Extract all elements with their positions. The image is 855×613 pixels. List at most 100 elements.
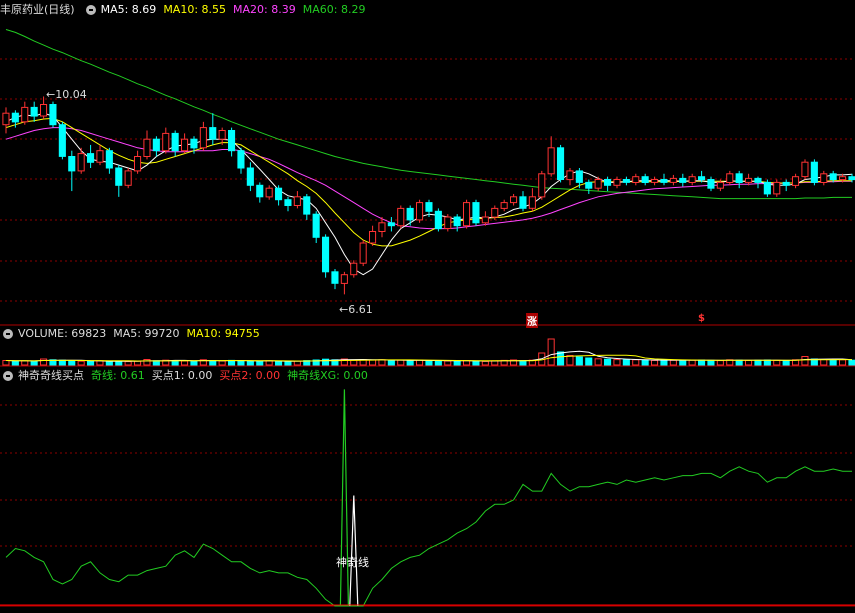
indicator-lines	[0, 389, 855, 607]
candle-body	[350, 262, 358, 276]
volume-bar	[453, 360, 461, 366]
candle-body	[49, 104, 57, 126]
volume-bar	[265, 360, 273, 366]
volume-bar	[134, 360, 142, 366]
candle-body	[143, 138, 151, 157]
candle-body	[397, 207, 405, 227]
ma5-series	[5, 112, 853, 276]
candle-body	[566, 170, 574, 181]
volume-bar	[2, 360, 10, 366]
candle-body	[754, 177, 762, 183]
candle-body	[359, 242, 367, 264]
candle-body	[660, 179, 668, 183]
volume-bar	[820, 359, 828, 366]
candle-body	[218, 130, 226, 140]
volume-bar	[378, 359, 386, 366]
candle-body	[641, 176, 649, 183]
candle-body	[275, 187, 283, 201]
volume-bar	[30, 360, 38, 366]
candle-body	[810, 161, 818, 183]
candle-body	[181, 138, 189, 152]
candle-body	[303, 196, 311, 215]
candle-body	[406, 207, 414, 221]
volume-bar	[105, 360, 113, 366]
candle-body	[293, 196, 301, 207]
candle-body	[698, 176, 706, 181]
volume-bar	[181, 360, 189, 366]
candle-body	[171, 132, 179, 152]
candle-body	[21, 106, 29, 123]
candle-body	[726, 173, 734, 184]
xg-spike	[339, 389, 349, 607]
volume-bar	[754, 359, 762, 366]
volume-bar	[566, 355, 574, 366]
volume-bar	[58, 359, 66, 366]
candle-body	[688, 176, 696, 183]
volume-bar	[585, 357, 593, 366]
volume-bar	[472, 360, 480, 366]
candle-body	[11, 112, 19, 123]
indicator-annotation: 神奇线	[336, 556, 369, 569]
candle-body	[331, 271, 339, 284]
candle-body	[284, 199, 292, 206]
grid-lines	[0, 58, 855, 607]
candle-body	[444, 216, 452, 229]
volume-bar	[698, 359, 706, 366]
volume-bar	[68, 360, 76, 366]
low-price-label: ←6.61	[339, 303, 373, 316]
volume-bar	[688, 359, 696, 366]
candle-body	[547, 147, 555, 175]
candle-body	[96, 150, 104, 163]
candle-body	[152, 138, 160, 152]
candle-body	[40, 104, 48, 117]
candle-body	[68, 156, 76, 172]
volume-bar	[641, 359, 649, 366]
volume-bar	[124, 361, 132, 366]
candle-body	[425, 202, 433, 212]
candle-body	[463, 202, 471, 227]
candle-body	[735, 173, 743, 184]
volume-bar	[218, 360, 226, 366]
candle-body	[792, 176, 800, 186]
candle-body	[472, 202, 480, 224]
candle-body	[745, 177, 753, 183]
volume-bar	[745, 360, 753, 366]
volume-bar	[707, 359, 715, 366]
candle-body	[491, 207, 499, 218]
ma10-line	[5, 117, 852, 247]
volume-bars	[2, 338, 855, 366]
volume-bar	[829, 359, 837, 366]
volume-bar	[481, 360, 489, 366]
volume-bar	[275, 360, 283, 366]
xg-spike	[349, 495, 359, 607]
volume-bar	[613, 359, 621, 366]
candle-body	[30, 106, 38, 117]
candle-body	[162, 132, 170, 152]
candle-body	[115, 167, 123, 186]
candle-body	[557, 147, 565, 181]
candle-body	[228, 130, 236, 152]
volume-bar	[87, 361, 95, 366]
candle-body	[134, 156, 142, 172]
volume-ma10-series	[5, 354, 852, 362]
candle-body	[312, 213, 320, 238]
candle-body	[246, 167, 254, 186]
volume-bar	[434, 360, 442, 366]
volume-bar	[801, 356, 809, 366]
candle-body	[707, 179, 715, 189]
volume-bar	[284, 361, 292, 366]
volume-bar	[669, 359, 677, 366]
candle-body	[604, 179, 612, 186]
volume-bar	[679, 360, 687, 366]
volume-bar	[209, 360, 217, 366]
candle-body	[510, 196, 518, 204]
volume-bar	[632, 359, 640, 366]
candle-body	[237, 150, 245, 169]
volume-bar	[40, 358, 48, 366]
candle-body	[829, 173, 837, 181]
volume-bar	[547, 338, 555, 366]
ma60-series	[5, 29, 852, 200]
candle-body	[820, 173, 828, 184]
volume-bar	[848, 359, 855, 366]
ma60-line	[5, 29, 852, 200]
